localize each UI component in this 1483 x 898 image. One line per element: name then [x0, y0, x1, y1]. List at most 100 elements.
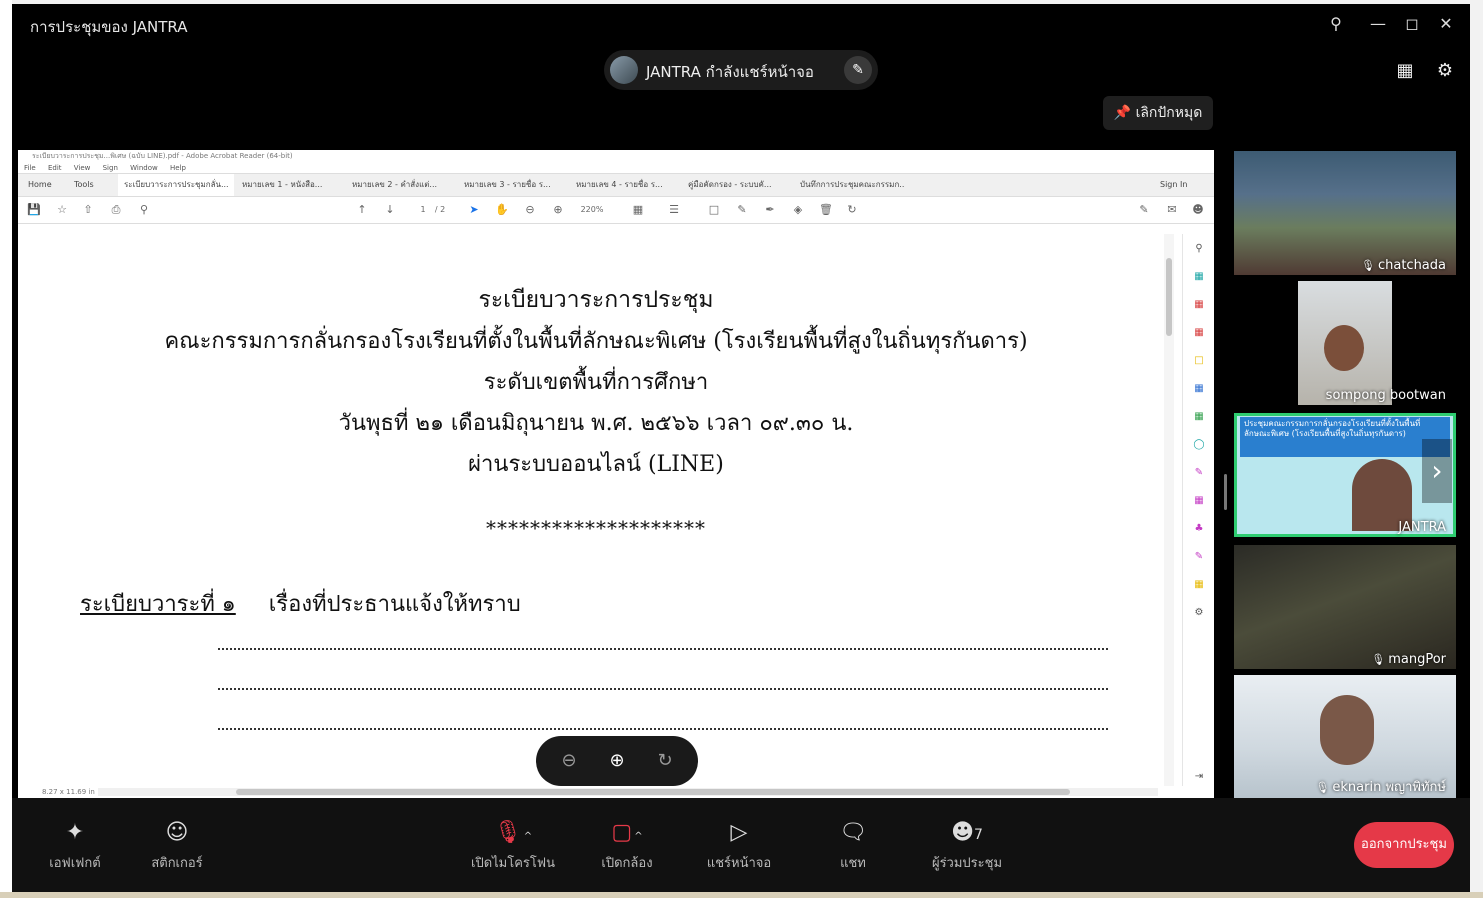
pencil-icon[interactable]: ✎ — [844, 56, 872, 84]
request-signature-icon[interactable]: ▦ — [1192, 494, 1206, 508]
unpin-button[interactable]: 📌 เลิกปักหมุด — [1103, 96, 1213, 130]
save-icon[interactable]: 💾 — [26, 202, 42, 218]
tab-document[interactable]: คู่มือคัดกรอง - ระบบคั... — [682, 174, 792, 196]
rotate-icon[interactable]: ↻ — [652, 748, 678, 774]
print-icon[interactable]: ⎙ — [108, 202, 124, 218]
share-screen-button[interactable]: ▷ แชร์หน้าจอ — [684, 818, 794, 878]
delete-icon[interactable]: 🗑 — [818, 202, 834, 218]
minimize-icon[interactable]: — — [1364, 12, 1392, 36]
acrobat-right-panel: ⚲ ▦ ▦ ▦ □ ▦ ▦ ◯ ✎ ▦ ♣ ✎ ▦ ⚙ ⇥ — [1182, 234, 1214, 786]
stamp-icon[interactable]: ◈ — [790, 202, 806, 218]
unpin-label: เลิกปักหมุด — [1135, 105, 1203, 121]
desktop-background — [0, 892, 1483, 898]
tab-document[interactable]: บันทึกการประชุมคณะกรรมก... — [794, 174, 904, 196]
zoom-level[interactable]: 220% — [574, 202, 610, 218]
vertical-scrollbar[interactable] — [1164, 234, 1174, 786]
tab-document[interactable]: หมายเลข 2 - คำสั่งแต่... — [346, 174, 456, 196]
tab-document[interactable]: หมายเลข 4 - รายชื่อ ร... — [570, 174, 680, 196]
camera-label: เปิดกล้อง — [601, 856, 653, 871]
combine-files-icon[interactable]: ▦ — [1192, 382, 1206, 396]
participant-tile[interactable]: 🎙 chatchada — [1234, 151, 1456, 275]
scroll-mode-icon[interactable]: ☰ — [666, 202, 682, 218]
acrobat-title-bar: ระเบียบวาระการประชุม...พิเศษ (ฉบับ LINE)… — [18, 150, 1214, 163]
search-icon[interactable]: ⚲ — [136, 202, 152, 218]
more-tools-icon[interactable]: ⚙ — [1192, 606, 1206, 620]
select-cursor-icon[interactable]: ➤ — [466, 202, 482, 218]
email-icon[interactable]: ✉ — [1164, 202, 1180, 218]
effects-button[interactable]: ✦ เอฟเฟกต์ — [20, 818, 130, 878]
participants-button[interactable]: ☻7 ผู้ร่วมประชุม — [912, 818, 1022, 878]
rotate-icon[interactable]: ↻ — [844, 202, 860, 218]
gear-icon[interactable]: ⚙ — [1432, 60, 1458, 84]
stickers-button[interactable]: ☺ สติกเกอร์ — [122, 818, 232, 878]
fit-page-icon[interactable]: ▦ — [630, 202, 646, 218]
share-zoom-controls: ⊖ ⊕ ↻ — [536, 736, 698, 786]
acrobat-toolbar: 💾 ☆ ⇧ ⎙ ⚲ ↑ ↓ 1 / 2 ➤ ✋ ⊖ ⊕ 220% ▦ ☰ □ ✎… — [18, 197, 1214, 224]
menu-window[interactable]: Window — [130, 164, 158, 172]
comment-icon[interactable]: □ — [706, 202, 722, 218]
prev-page-icon[interactable]: ↑ — [354, 202, 370, 218]
scroll-thumb[interactable] — [1166, 258, 1172, 336]
zoom-out-icon[interactable]: ⊖ — [522, 202, 538, 218]
comment-icon[interactable]: □ — [1192, 354, 1206, 368]
menu-view[interactable]: View — [74, 164, 91, 172]
leave-meeting-button[interactable]: ออกจากประชุม — [1354, 822, 1454, 868]
redact-icon[interactable]: ✎ — [1192, 550, 1206, 564]
zoom-out-icon[interactable]: ⊖ — [556, 748, 582, 774]
close-icon[interactable]: ✕ — [1432, 12, 1460, 36]
create-pdf-icon[interactable]: ▦ — [1192, 298, 1206, 312]
microphone-button[interactable]: 🎙 ^ เปิดไมโครโฟน — [458, 818, 568, 878]
menu-file[interactable]: File — [24, 164, 36, 172]
upload-icon[interactable]: ⇧ — [80, 202, 96, 218]
participant-face — [1320, 695, 1374, 765]
tab-tools[interactable]: Tools — [68, 174, 100, 196]
maximize-icon[interactable]: ◻ — [1398, 12, 1426, 36]
tab-document-active[interactable]: ระเบียบวาระการประชุมกลั่น... — [118, 174, 234, 196]
pin-icon[interactable]: ⚲ — [1322, 12, 1350, 36]
export-pdf-icon[interactable]: ▦ — [1192, 270, 1206, 284]
organize-pages-icon[interactable]: ▦ — [1192, 326, 1206, 340]
chat-button[interactable]: 🗨 แชท — [798, 818, 908, 878]
chevron-up-icon[interactable]: ^ — [524, 831, 532, 842]
hand-icon[interactable]: ✋ — [494, 202, 510, 218]
tab-document[interactable]: หมายเลข 1 - หนังสือ... — [236, 174, 346, 196]
search-icon[interactable]: ⚲ — [1192, 242, 1206, 256]
mic-muted-icon: 🎙 — [1361, 259, 1375, 272]
scroll-thumb[interactable] — [236, 789, 1070, 795]
layout-icon[interactable]: ▦ — [1392, 60, 1418, 84]
mic-off-icon: 🎙 ^ — [493, 820, 533, 845]
tab-home[interactable]: Home — [22, 174, 58, 196]
menu-help[interactable]: Help — [170, 164, 186, 172]
edit-pdf-icon[interactable]: ✎ — [1136, 202, 1152, 218]
sign-icon[interactable]: ✒ — [762, 202, 778, 218]
tab-document[interactable]: หมายเลข 3 - รายชื่อ ร... — [458, 174, 568, 196]
chevron-right-icon[interactable]: › — [1422, 439, 1452, 503]
participant-tile-speaking[interactable]: ประชุมคณะกรรมการกลั่นกรองโรงเรียนที่ตั้ง… — [1234, 413, 1456, 537]
menu-sign[interactable]: Sign — [103, 164, 118, 172]
scan-icon[interactable]: ◯ — [1192, 438, 1206, 452]
zoom-in-icon[interactable]: ⊕ — [550, 202, 566, 218]
protect-icon[interactable]: ♣ — [1192, 522, 1206, 536]
horizontal-scrollbar[interactable] — [98, 788, 1158, 796]
next-page-icon[interactable]: ↓ — [382, 202, 398, 218]
participant-tile[interactable]: 🎙 eknarin พญาพิทักษ์ — [1234, 675, 1456, 799]
sign-in-link[interactable]: Sign In — [1154, 174, 1193, 196]
chat-icon: 🗨 — [839, 820, 867, 845]
sparkle-icon: ✦ — [65, 820, 85, 845]
zoom-in-icon[interactable]: ⊕ — [604, 748, 630, 774]
pen-icon[interactable]: ✎ — [734, 202, 750, 218]
collapse-panel-icon[interactable]: ⇥ — [1192, 770, 1206, 784]
acrobat-menu-bar: File Edit View Sign Window Help — [18, 163, 1214, 173]
stamp-icon[interactable]: ▦ — [1192, 578, 1206, 592]
participant-tile[interactable]: 🎙 mangPor — [1234, 545, 1456, 669]
bookmark-star-icon[interactable]: ☆ — [54, 202, 70, 218]
account-icon[interactable]: ☻ — [1190, 202, 1206, 218]
fill-sign-icon[interactable]: ✎ — [1192, 466, 1206, 480]
chevron-up-icon[interactable]: ^ — [634, 831, 642, 842]
menu-edit[interactable]: Edit — [48, 164, 62, 172]
person-icon: ☻7 — [951, 820, 983, 845]
camera-button[interactable]: ▢ ^ เปิดกล้อง — [572, 818, 682, 878]
compress-icon[interactable]: ▦ — [1192, 410, 1206, 424]
participant-tile[interactable]: sompong bootwan — [1234, 281, 1456, 405]
panel-resize-handle[interactable] — [1224, 474, 1227, 510]
